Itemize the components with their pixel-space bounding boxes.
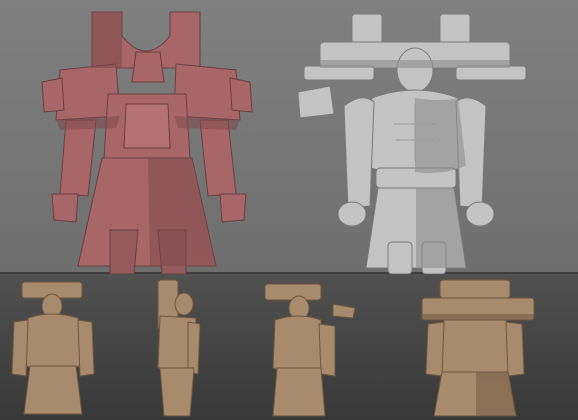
high-poly-model-figure [297, 13, 527, 274]
turnaround-back-figure [421, 279, 535, 417]
turnaround-front-view [0, 278, 110, 420]
high-poly-sculpt-view [290, 6, 540, 274]
turnaround-front-figure [11, 281, 95, 415]
model-sheet [0, 0, 578, 420]
turnaround-three-quarter-figure [264, 283, 356, 417]
turnaround-three-quarter-view [255, 278, 365, 420]
turnaround-side-figure [157, 279, 201, 417]
turnaround-back-view [410, 276, 550, 420]
turnaround-side-view [130, 278, 220, 420]
low-poly-model-figure [41, 11, 253, 274]
low-poly-blockout-view [30, 8, 260, 274]
